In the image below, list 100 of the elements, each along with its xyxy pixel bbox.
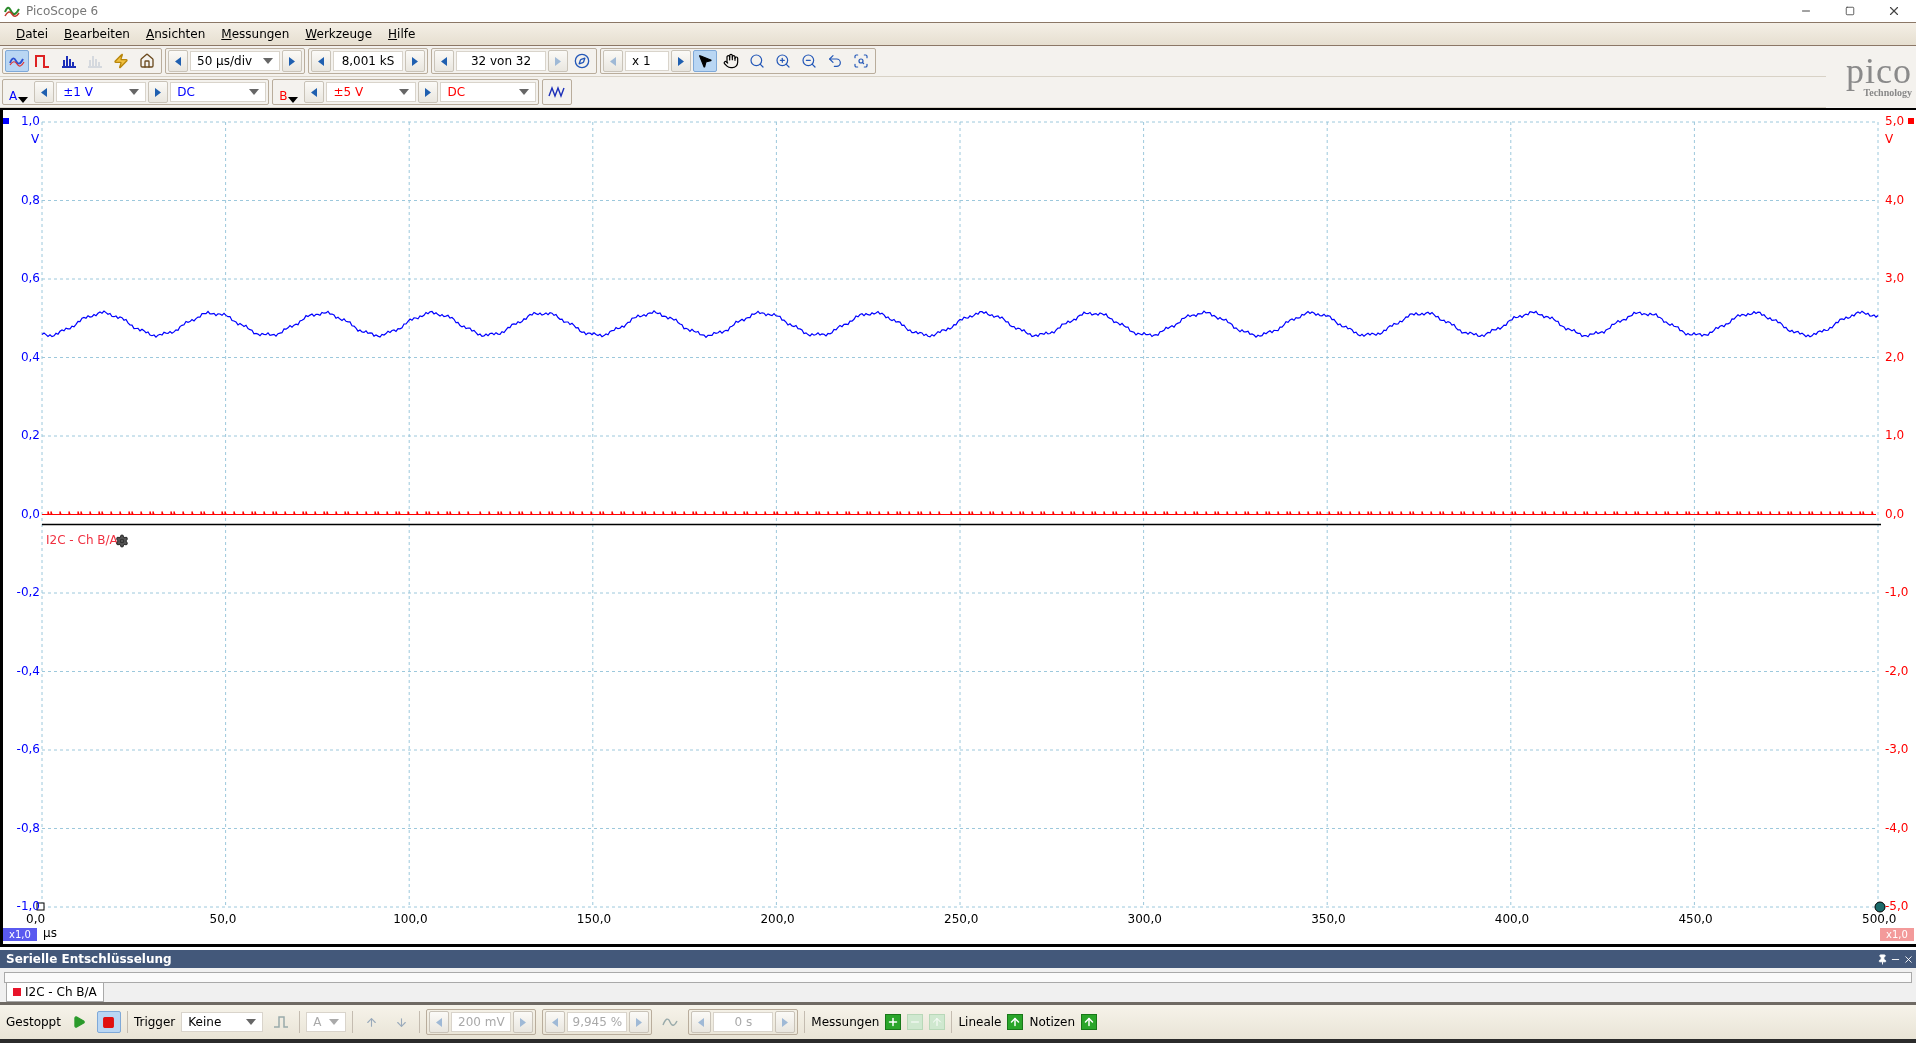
- pin-icon[interactable]: [1877, 953, 1888, 965]
- undo-icon: [827, 53, 843, 69]
- trigger-icon: [273, 1015, 290, 1029]
- axis-label: 350,0: [1311, 912, 1346, 926]
- axis-label: -2,0: [1885, 663, 1909, 678]
- right-arrow-icon: [555, 56, 561, 66]
- previous-button[interactable]: [168, 50, 188, 72]
- axis-label: -5,0: [1885, 899, 1909, 913]
- hand-icon: [723, 53, 739, 69]
- axis-label: 0,6: [20, 271, 40, 285]
- wave-icon: [662, 1015, 679, 1029]
- menu-item[interactable]: Datei: [8, 25, 57, 43]
- menu-item[interactable]: Bearbeiten: [56, 25, 138, 43]
- rulers-button[interactable]: [1007, 1014, 1024, 1030]
- axis-label: -3,0: [1885, 742, 1909, 756]
- value-field[interactable]: 8,001 kS: [333, 51, 403, 71]
- axis-label: 0,0: [1885, 506, 1905, 521]
- scale-label[interactable]: x1,0: [3, 928, 37, 941]
- axis-label: 450,0: [1678, 912, 1713, 926]
- next-button[interactable]: [282, 50, 302, 72]
- menu-item[interactable]: Ansichten: [137, 25, 214, 43]
- close-icon[interactable]: [1903, 953, 1914, 965]
- notes-label: Notizen: [1029, 1015, 1076, 1029]
- status-text: Gestoppt: [6, 1015, 61, 1029]
- right-arrow-icon: [425, 87, 432, 97]
- capture-field[interactable]: 32 von 32: [456, 51, 546, 71]
- axis-label: -1,0: [1885, 585, 1909, 599]
- zoom-in-icon: [775, 53, 791, 69]
- coupling-select[interactable]: DC: [170, 82, 267, 102]
- pulse-icon: [35, 54, 51, 68]
- restore-icon: [1845, 6, 1855, 16]
- plus-icon: [887, 1016, 900, 1028]
- range-select[interactable]: ±1 V: [56, 82, 147, 102]
- channel-marker: [1908, 118, 1914, 124]
- compass-icon: [574, 53, 590, 69]
- caret-icon: [329, 1019, 340, 1025]
- right-arrow-icon: [289, 56, 295, 66]
- lightning-icon: [113, 53, 129, 69]
- ruler-handle[interactable]: [1874, 901, 1886, 913]
- trigger-label: Trigger: [133, 1015, 176, 1029]
- right-arrow-icon: [678, 56, 684, 66]
- previous-button[interactable]: [304, 81, 325, 103]
- notes-button[interactable]: [1081, 1014, 1098, 1030]
- left-arrow-icon: [175, 56, 181, 66]
- axis-label: 2,0: [1885, 349, 1905, 364]
- axis-label: -1,0: [16, 899, 40, 913]
- menu-item[interactable]: Hilfe: [380, 25, 424, 43]
- bar-chart-icon: [61, 54, 77, 68]
- next-button[interactable]: [405, 50, 425, 72]
- caret-icon: [246, 1019, 257, 1025]
- next-button[interactable]: [418, 81, 439, 103]
- channel-button[interactable]: A: [5, 81, 33, 103]
- caret-icon: [129, 89, 140, 95]
- axis-label: 400,0: [1494, 912, 1530, 926]
- left-arrow-icon: [311, 87, 318, 97]
- left-arrow-icon: [698, 1017, 705, 1027]
- previous-button[interactable]: [311, 50, 331, 72]
- axis-label: 50,0: [209, 912, 237, 926]
- unit-label: µs: [43, 926, 57, 940]
- wave-icon: [9, 55, 25, 67]
- left-arrow-icon: [436, 1017, 443, 1027]
- axis-label: 0,2: [20, 428, 40, 442]
- arrow-up-icon: [364, 1015, 378, 1029]
- right-arrow-icon: [520, 1017, 527, 1027]
- zoom-out-icon: [801, 53, 817, 69]
- range-select[interactable]: ±5 V: [326, 82, 417, 102]
- axis-label: 5,0: [1885, 114, 1905, 128]
- settings-icon[interactable]: [115, 533, 129, 548]
- view-button[interactable]: [5, 50, 29, 72]
- menu-item[interactable]: Messungen: [213, 25, 298, 43]
- axis-label: -0,8: [16, 820, 40, 835]
- left-arrow-icon: [552, 1017, 559, 1027]
- axis-label: 0,0: [20, 506, 40, 521]
- decoder-tab[interactable]: I2C - Ch B/A: [6, 983, 104, 1002]
- axis-label: 200,0: [760, 912, 795, 926]
- coupling-select[interactable]: DC: [440, 82, 537, 102]
- left-arrow-icon: [610, 56, 616, 66]
- previous-button[interactable]: [34, 81, 55, 103]
- add-measurement-button[interactable]: [885, 1014, 902, 1030]
- axis-label: 500,0: [1862, 912, 1897, 926]
- measurements-label: Messungen: [811, 1015, 880, 1029]
- stop-icon: [102, 1015, 116, 1029]
- previous-button[interactable]: [434, 50, 454, 72]
- timebase-select[interactable]: 50 µs/div: [190, 51, 280, 71]
- axis-label: 150,0: [576, 912, 612, 926]
- axis-label: 0,4: [20, 349, 40, 364]
- home-icon: [139, 53, 155, 69]
- close-icon: [1887, 4, 1901, 18]
- axis-label: 0,0: [26, 912, 46, 926]
- wave-icon: [548, 86, 567, 98]
- bar-chart-icon: [87, 54, 103, 68]
- right-arrow-icon: [412, 56, 418, 66]
- next-button[interactable]: [148, 81, 169, 103]
- next-button[interactable]: [671, 50, 691, 72]
- window-title: PicoScope 6: [26, 4, 99, 18]
- channel-button[interactable]: B: [275, 81, 303, 103]
- menu-item[interactable]: Werkzeuge: [297, 25, 381, 43]
- zoom-field[interactable]: x 1: [625, 51, 669, 71]
- tool-button[interactable]: [693, 50, 717, 72]
- caret-icon: [399, 89, 410, 95]
